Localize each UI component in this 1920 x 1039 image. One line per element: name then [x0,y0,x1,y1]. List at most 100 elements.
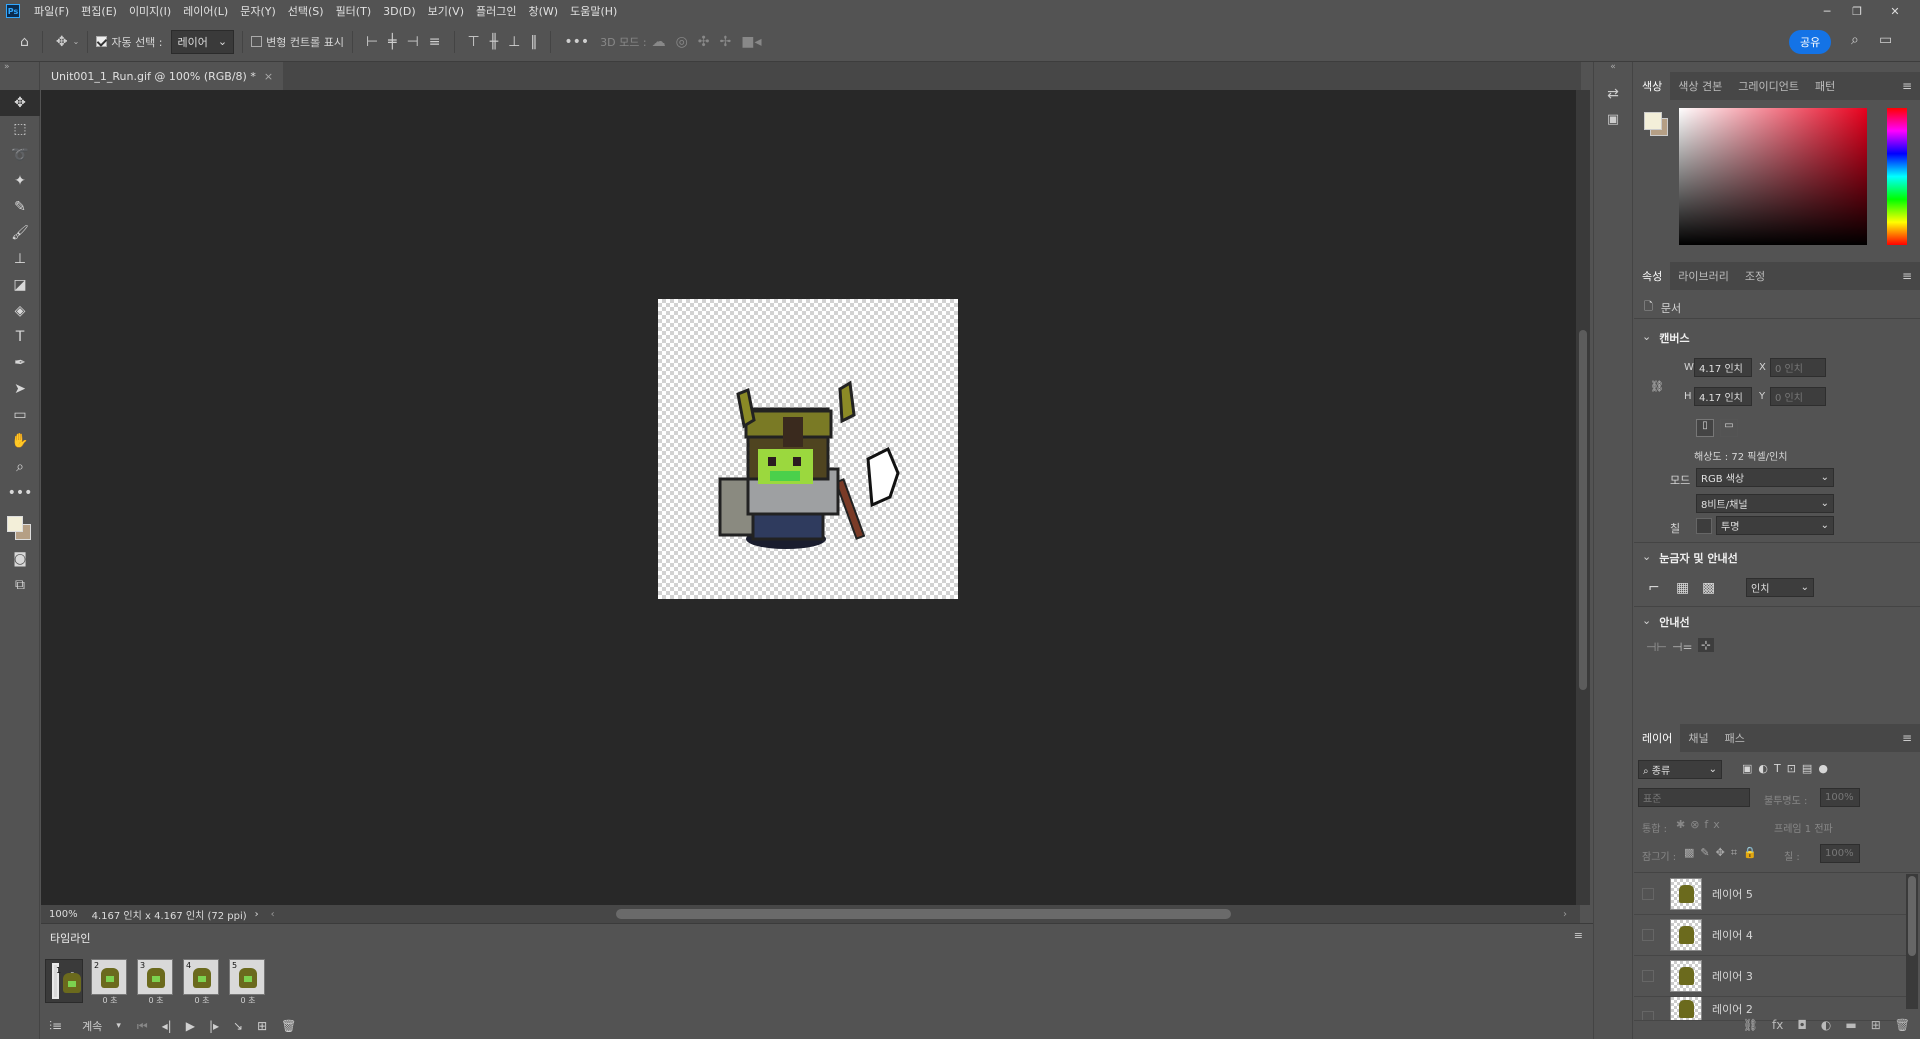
height-field[interactable]: 4.17 인치 [1694,387,1752,406]
new-group-icon[interactable]: ▬ [1845,1018,1856,1032]
menu-file[interactable]: 파일(F) [28,3,75,19]
more-options-icon[interactable]: ••• [564,34,589,50]
type-tool-icon[interactable]: T [0,324,40,350]
pen-tool-icon[interactable]: ✒ [0,350,40,376]
eyedropper-tool-icon[interactable]: ✎ [0,194,40,220]
fx-icon[interactable]: fx [1772,1018,1783,1032]
chevron-down-icon[interactable]: ▾ [116,1021,121,1031]
duplicate-frame-icon[interactable]: ⊞ [257,1019,267,1033]
tab-channels[interactable]: 채널 [1680,724,1716,752]
align-hcenter-icon[interactable]: ╪ [388,34,396,50]
collapse-icon[interactable]: » [0,62,39,90]
collapse-icon[interactable]: « [1594,62,1632,72]
marquee-tool-icon[interactable]: ⬚ [0,116,40,142]
first-frame-icon[interactable]: ⏮ [137,1019,148,1034]
menu-select[interactable]: 선택(S) [282,3,330,19]
panel-menu-icon[interactable]: ≡ [1902,731,1912,745]
x-field[interactable]: 0 인치 [1770,358,1826,377]
fill-opacity-field[interactable]: 100% [1820,844,1860,863]
zoom-tool-icon[interactable]: ⌕ [0,454,40,480]
timeline-frame[interactable]: 3 0 초 [137,959,175,1006]
move-tool-icon[interactable]: ✥ [0,90,40,116]
tab-paths[interactable]: 패스 [1717,724,1753,752]
menu-filter[interactable]: 필터(T) [330,3,378,19]
fill-dropdown[interactable]: 투명 ⌄ [1716,516,1834,535]
align-bottom-icon[interactable]: ⊥ [508,34,520,50]
frame-delay[interactable]: 0 초 [137,995,175,1006]
guides-section-header[interactable]: ⌄ 안내선 [1642,614,1690,630]
menu-plugins[interactable]: 플러그인 [470,3,522,19]
ruler-icon[interactable]: ⌐ [1648,580,1660,596]
link-layers-icon[interactable]: ⛓ [1743,1018,1758,1032]
align-vcenter-icon[interactable]: ╫ [490,34,498,50]
foreground-color-swatch[interactable] [7,516,23,532]
menu-view[interactable]: 보기(V) [422,3,470,19]
visibility-toggle[interactable] [1642,970,1654,982]
menu-help[interactable]: 도움말(H) [564,3,623,19]
share-button[interactable]: 공유 [1789,30,1832,54]
play-icon[interactable]: ▶ [186,1019,195,1033]
new-layer-icon[interactable]: ⊞ [1871,1018,1881,1032]
panel-menu-icon[interactable]: ≡ [1574,929,1583,942]
layer-name[interactable]: 레이어 4 [1712,927,1753,943]
document-tab[interactable]: Unit001_1_Run.gif @ 100% (RGB/8) * × [41,62,284,90]
loop-dropdown[interactable]: 계속 [82,1018,102,1034]
link-icon[interactable]: ⛓ [1650,380,1664,393]
align-right-icon[interactable]: ⊣ [407,34,419,50]
timeline-frame[interactable]: 2 0 초 [91,959,129,1006]
blend-mode-dropdown[interactable]: 표준 [1638,788,1750,807]
home-icon[interactable]: ⌂ [20,34,29,50]
convert-timeline-icon[interactable]: ⫶≡ [49,1019,62,1034]
transform-controls-checkbox[interactable] [251,36,263,47]
layer-name[interactable]: 레이어 3 [1712,968,1753,984]
tab-properties[interactable]: 속성 [1634,262,1671,290]
distribute-vertical-icon[interactable]: ‖ [530,34,537,50]
tab-gradients[interactable]: 그레이디언트 [1730,72,1807,100]
quick-mask-icon[interactable]: ◙ [0,546,40,572]
guide-horizontal-icon[interactable]: ⊣= [1672,640,1693,654]
delete-frame-icon[interactable]: 🗑 [281,1019,296,1033]
layer-row[interactable]: 레이어 3 [1634,956,1906,997]
grid-icon[interactable]: ▦ [1676,580,1689,596]
opacity-field[interactable]: 100% [1820,788,1860,807]
rectangle-tool-icon[interactable]: ▭ [0,402,40,428]
foreground-color-swatch[interactable] [1644,112,1662,130]
menu-window[interactable]: 창(W) [522,3,564,19]
screen-mode-icon[interactable]: ⧉ [0,572,40,598]
fill-swatch[interactable] [1696,518,1712,534]
align-top-icon[interactable]: ⊤ [468,34,480,50]
guide-layout-icon[interactable]: ⊹ [1698,638,1715,652]
ruler-unit-dropdown[interactable]: 인치 ⌄ [1746,578,1814,597]
next-frame-icon[interactable]: |▸ [209,1019,219,1033]
previous-frame-icon[interactable]: ◂| [162,1019,172,1033]
eraser-tool-icon[interactable]: ◪ [0,272,40,298]
search-icon[interactable]: ⌕ [1851,32,1859,48]
width-field[interactable]: 4.17 인치 [1694,358,1752,377]
align-left-icon[interactable]: ⊢ [366,34,378,50]
adjustment-layer-icon[interactable]: ◐ [1821,1018,1831,1032]
layer-filter-dropdown[interactable]: ⌕ 종류 ⌄ [1638,760,1722,779]
visibility-toggle[interactable] [1642,888,1654,900]
frame-delay[interactable]: 0 초 [91,995,129,1006]
workspace-icon[interactable]: ▭ [1879,32,1892,48]
comments-icon[interactable]: ▣ [1594,112,1632,127]
vertical-scroll-thumb[interactable] [1579,330,1587,690]
menu-layer[interactable]: 레이어(L) [177,3,234,19]
minimize-button[interactable]: ─ [1812,0,1842,22]
portrait-icon[interactable]: ▯ [1696,419,1714,437]
unify-icons[interactable]: ✱⊗fx [1676,818,1725,831]
document-canvas[interactable] [658,299,958,599]
tab-layers[interactable]: 레이어 [1634,724,1681,752]
pixel-grid-icon[interactable]: ▩ [1702,580,1715,596]
menu-3d[interactable]: 3D(D) [377,5,422,18]
lock-icons[interactable]: ▩✎✥⌗🔒 [1684,846,1763,860]
color-field[interactable] [1679,108,1867,245]
chevron-right-icon[interactable]: › [255,909,259,920]
layer-name[interactable]: 레이어 5 [1712,886,1753,902]
timeline-frame[interactable]: 1 0 초 [45,959,83,1003]
bit-depth-dropdown[interactable]: 8비트/채널 ⌄ [1696,494,1834,513]
chevron-right-icon[interactable]: › [1563,909,1567,920]
tab-libraries[interactable]: 라이브러리 [1670,262,1737,290]
restore-button[interactable]: ❐ [1842,0,1872,22]
chevron-down-icon[interactable]: ⌄ [73,37,80,46]
